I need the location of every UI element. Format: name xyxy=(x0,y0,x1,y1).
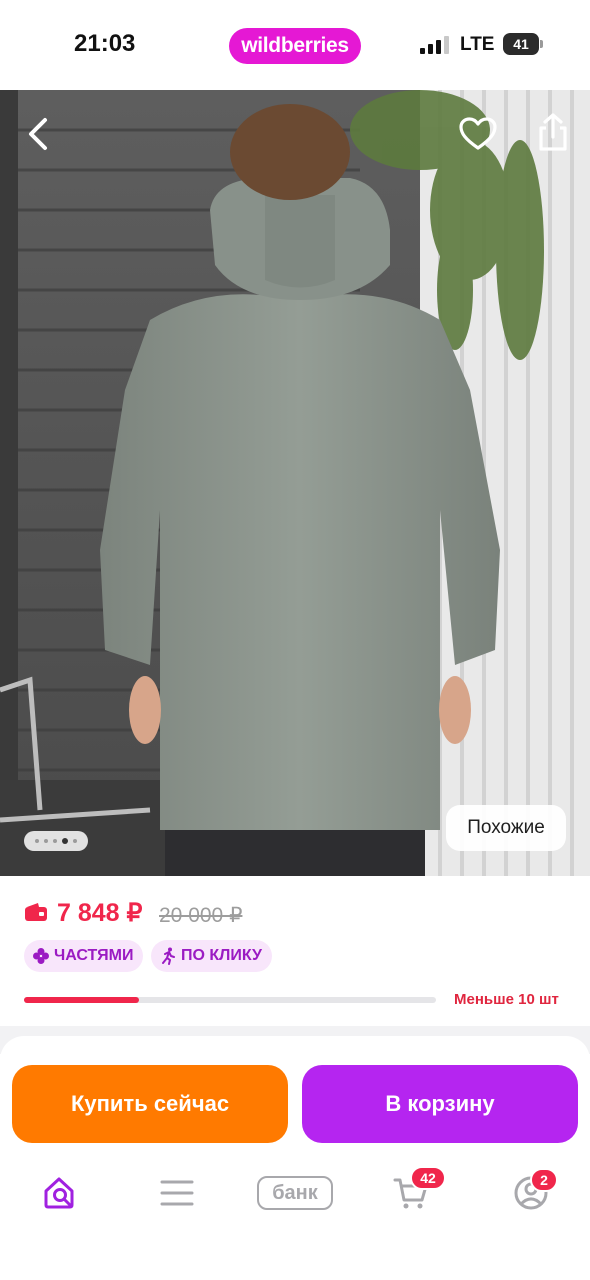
stock-progress-fill xyxy=(24,997,140,1003)
installment-icon xyxy=(33,948,49,964)
cart-badge: 42 xyxy=(410,1166,446,1190)
running-person-icon xyxy=(162,947,175,965)
stock-label: Меньше 10 шт xyxy=(454,991,559,1008)
installment-label: ЧАСТЯМИ xyxy=(54,947,134,964)
product-page: 21:03 wildberries LTE 41 Похожие 7 848 ₽… xyxy=(0,0,590,1280)
menu-icon xyxy=(160,1180,194,1206)
add-to-cart-button[interactable]: В корзину xyxy=(302,1065,578,1143)
share-button[interactable] xyxy=(534,110,572,154)
brand-logo: wildberries xyxy=(229,28,361,64)
one-click-chip[interactable]: ПО КЛИКУ xyxy=(151,940,272,972)
wallet-icon xyxy=(25,903,47,921)
buy-now-button[interactable]: Купить сейчас xyxy=(12,1065,288,1143)
pagination-dot xyxy=(35,839,39,843)
heart-icon xyxy=(459,117,497,150)
battery-level: 41 xyxy=(503,33,539,55)
bank-label: банк xyxy=(257,1176,333,1210)
one-click-label: ПО КЛИКУ xyxy=(181,947,262,964)
pagination-dot xyxy=(73,839,77,843)
pagination-dot-active xyxy=(62,838,68,844)
back-button[interactable] xyxy=(20,112,56,156)
product-photo xyxy=(0,90,590,876)
bottom-tab-bar: банк 42 2 xyxy=(0,1150,590,1280)
tab-bank[interactable]: банк xyxy=(255,1170,335,1216)
profile-badge: 2 xyxy=(530,1168,558,1192)
similar-button[interactable]: Похожие xyxy=(446,805,566,851)
current-price: 7 848 ₽ xyxy=(57,899,143,927)
old-price: 20 000 ₽ xyxy=(159,904,243,927)
network-type: LTE xyxy=(460,34,495,55)
tab-catalog[interactable] xyxy=(147,1170,207,1216)
battery-icon: 41 xyxy=(503,33,543,55)
pagination-dot xyxy=(44,839,48,843)
gallery-pagination xyxy=(24,831,88,851)
home-search-icon xyxy=(44,1177,74,1209)
status-time: 21:03 xyxy=(74,30,136,57)
favorite-button[interactable] xyxy=(456,114,500,154)
tab-home[interactable] xyxy=(30,1170,90,1216)
installment-chip[interactable]: ЧАСТЯМИ xyxy=(24,940,144,972)
product-info-card: 7 848 ₽ 20 000 ₽ ЧАСТЯМИ ПО КЛИКУ Меньше… xyxy=(0,876,590,1026)
pagination-dot xyxy=(53,839,57,843)
product-image-gallery[interactable]: Похожие xyxy=(0,90,590,876)
status-bar: 21:03 wildberries LTE 41 xyxy=(0,0,590,90)
share-icon xyxy=(539,113,567,151)
back-arrow-icon xyxy=(29,118,47,150)
signal-icon xyxy=(420,36,449,54)
stock-progress-bar xyxy=(24,997,436,1003)
